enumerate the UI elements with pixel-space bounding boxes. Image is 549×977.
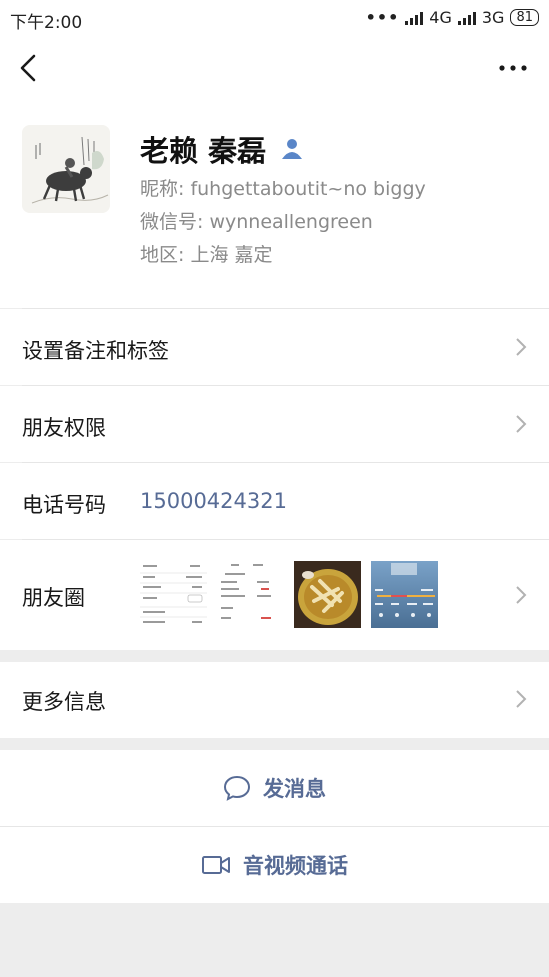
send-message-label: 发消息 [263,777,326,801]
video-call-button[interactable]: 音视频通话 [0,827,549,903]
moments-label: 朋友圈 [22,586,85,610]
contact-person-icon [282,139,303,159]
network-type-1: 4G [429,8,452,27]
friend-permissions-label: 朋友权限 [22,416,106,440]
region-line: 地区: 上海 嘉定 [140,240,273,267]
video-camera-icon [202,856,230,874]
contact-name: 老赖 秦磊 [140,134,267,168]
more-info-label: 更多信息 [22,690,106,714]
row-more-info[interactable]: 更多信息 [0,662,549,738]
row-remarks-tags[interactable]: 设置备注和标签 [0,309,549,385]
chat-bubble-icon [223,775,251,801]
avatar-painting-image [22,125,110,213]
region-value: 上海 嘉定 [190,244,273,266]
avatar[interactable] [22,125,110,213]
chevron-right-icon [516,586,527,604]
back-arrow-icon[interactable] [12,50,48,86]
battery-indicator: 81 [510,9,539,26]
region-label: 地区: [140,244,191,266]
row-friend-permissions[interactable]: 朋友权限 [0,386,549,462]
moments-thumbnail-2 [217,561,284,628]
status-bar: 下午2:00 ••• 4G 3G 81 [0,0,549,38]
network-type-2: 3G [481,8,505,27]
row-phone: 电话号码 15000424321 [0,463,549,539]
video-call-label: 音视频通话 [243,854,348,878]
profile-header: 老赖 秦磊 昵称: fuhgettaboutit~no biggy 微信号: w… [0,102,549,308]
wechat-id-value: wynneallengreen [209,211,373,233]
chevron-right-icon [516,690,527,708]
nav-bar [0,38,549,102]
more-options-icon[interactable] [497,56,529,80]
chevron-right-icon [516,338,527,356]
status-time: 下午2:00 [10,13,83,33]
notification-dots-icon: ••• [365,8,400,27]
nickname-line: 昵称: fuhgettaboutit~no biggy [140,174,426,201]
chevron-right-icon [516,415,527,433]
wechat-id-line: 微信号: wynneallengreen [140,207,373,234]
signal-icon-2 [457,11,476,25]
status-indicators: ••• 4G 3G 81 [366,8,539,27]
moments-thumbnail-1 [140,561,207,628]
send-message-button[interactable]: 发消息 [0,750,549,826]
phone-number-link[interactable]: 15000424321 [140,489,287,513]
nickname-label: 昵称: [140,178,191,200]
row-moments[interactable]: 朋友圈 [0,540,549,650]
remarks-tags-label: 设置备注和标签 [22,339,169,363]
moments-thumbnail-3 [294,561,361,628]
nickname-value: fuhgettaboutit~no biggy [190,178,426,200]
contact-name-row: 老赖 秦磊 [140,128,304,170]
moments-thumbnail-4 [371,561,438,628]
moments-thumbnails [140,561,438,628]
signal-icon [405,11,424,25]
wechat-id-label: 微信号: [140,211,210,233]
phone-label: 电话号码 [22,493,106,517]
